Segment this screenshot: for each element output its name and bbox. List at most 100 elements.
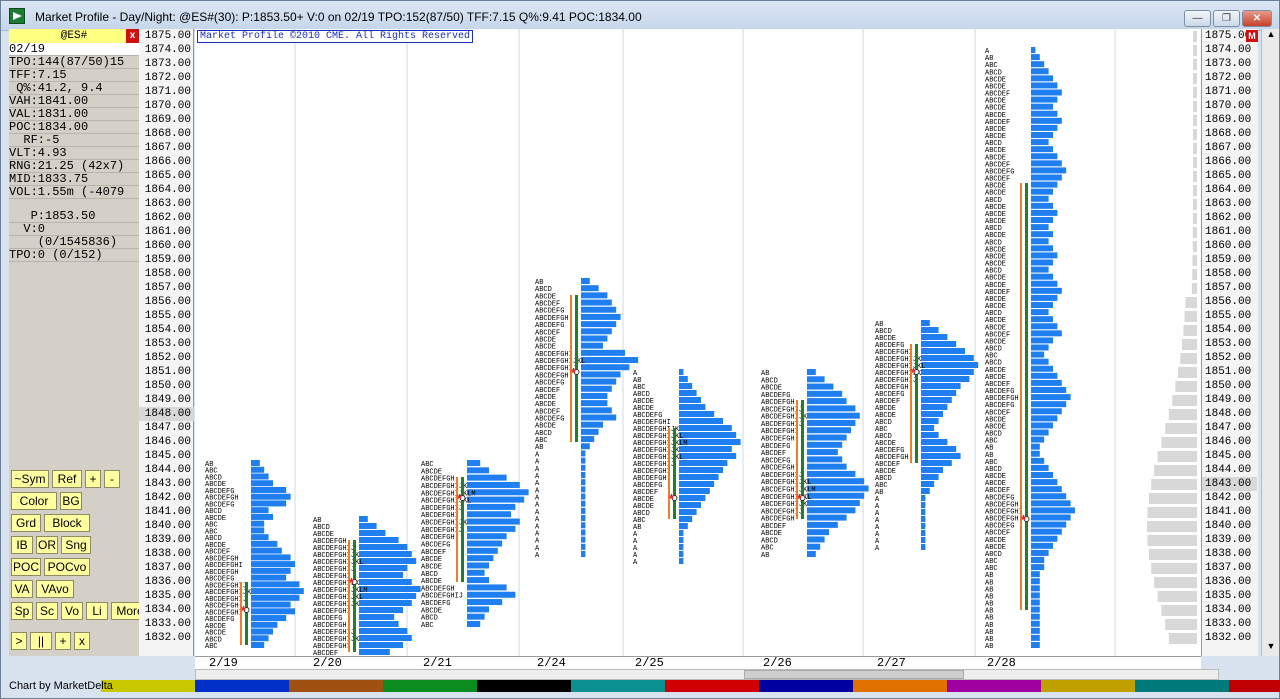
volume-bar	[807, 543, 821, 550]
panel-button-li[interactable]: Li	[86, 602, 108, 620]
panel-button-[interactable]: +	[55, 632, 71, 650]
composite-bar	[1157, 451, 1197, 462]
panel-button-or[interactable]: OR	[36, 536, 58, 554]
volume-bar	[581, 428, 599, 435]
volume-bar	[921, 481, 935, 487]
scroll-down-icon[interactable]: ▼	[1264, 641, 1278, 655]
panel-button-va[interactable]: VA	[11, 580, 33, 598]
app-icon	[9, 8, 25, 24]
close-symbol-icon[interactable]: x	[126, 29, 139, 43]
composite-bar	[1147, 535, 1197, 546]
tpo-letters: A	[875, 545, 880, 553]
price-tick: 1853.00	[144, 338, 191, 350]
volume-bar	[251, 500, 287, 507]
volume-bar	[807, 369, 816, 375]
price-tick: 1862.00	[144, 212, 191, 224]
panel-button-grd[interactable]: Grd	[11, 514, 41, 532]
volume-bar	[359, 572, 403, 578]
volume-bar	[581, 450, 586, 457]
price-tick: 1863.00	[1205, 198, 1252, 210]
market-profile-chart[interactable]: AB ABC ABCD ABCDE ABCDEFG ABCDEFGH ABCDEFG ABCD…	[195, 29, 1201, 658]
color-swatch	[759, 680, 853, 692]
composite-bar	[1192, 87, 1197, 98]
volume-bar	[1031, 372, 1058, 379]
volume-bar	[1031, 429, 1049, 436]
copyright-label[interactable]: Market Profile ©2010 CME. All Rights Res…	[197, 30, 474, 43]
volume-bar	[1031, 280, 1058, 287]
price-tick: 1857.00	[1205, 282, 1252, 294]
panel-button-[interactable]: -	[104, 470, 120, 488]
volume-bar	[807, 463, 847, 470]
price-tick: 1867.00	[1205, 142, 1252, 154]
volume-bar	[1031, 627, 1040, 634]
panel-button-[interactable]: +	[85, 470, 101, 488]
volume-bar	[807, 507, 856, 514]
symbol-box[interactable]: @ES# x	[9, 29, 139, 43]
panel-button-vavo[interactable]: VAvo	[36, 580, 74, 598]
price-tick: 1853.00	[1205, 338, 1252, 350]
volume-bar	[1031, 153, 1058, 160]
vertical-scrollbar[interactable]: ▲ ▼	[1261, 29, 1279, 656]
panel-button-sym[interactable]: ~Sym	[11, 470, 49, 488]
panel-button-color[interactable]: Color	[11, 492, 57, 510]
price-tick: 1848.00	[1205, 408, 1252, 420]
volume-bar	[1031, 124, 1058, 131]
panel-button-sng[interactable]: Sng	[61, 536, 91, 554]
panel-button-[interactable]: >	[11, 632, 27, 650]
panel-button-pocvo[interactable]: POCvo	[44, 558, 90, 576]
panel-button-vo[interactable]: Vo	[61, 602, 83, 620]
price-tick: 1861.00	[144, 226, 191, 238]
panel-button-ib[interactable]: IB	[11, 536, 33, 554]
price-tick: 1844.00	[1205, 464, 1252, 476]
volume-bar	[467, 621, 481, 627]
panel-button-[interactable]: ||	[30, 632, 52, 650]
volume-bar	[467, 518, 520, 525]
composite-bar	[1192, 73, 1197, 84]
volume-bar	[581, 357, 639, 364]
volume-bar	[1031, 323, 1058, 330]
horizontal-scrollbar[interactable]	[195, 669, 1219, 680]
price-tick: 1865.00	[144, 170, 191, 182]
volume-bar	[1031, 209, 1058, 216]
volume-bar	[251, 642, 265, 648]
maximize-button[interactable]: ❐	[1213, 10, 1240, 27]
composite-bar	[1154, 465, 1197, 476]
minimize-button[interactable]: —	[1184, 10, 1211, 27]
panel-button-block[interactable]: Block	[44, 514, 90, 532]
scroll-up-icon[interactable]: ▲	[1264, 29, 1278, 43]
volume-bar	[1031, 47, 1036, 53]
volume-bar	[921, 460, 952, 466]
panel-button-sp[interactable]: Sp	[11, 602, 33, 620]
volume-bar	[1031, 117, 1062, 124]
composite-bar	[1168, 409, 1197, 420]
info-row: VAL:1831.00	[9, 108, 139, 121]
volume-bar	[679, 537, 684, 543]
volume-bar	[807, 492, 865, 499]
volume-bar	[1031, 330, 1062, 337]
volume-bar	[807, 441, 843, 448]
panel-button-sc[interactable]: Sc	[36, 602, 58, 620]
volume-bar	[1031, 167, 1067, 174]
volume-bar	[581, 371, 621, 378]
scroll-thumb[interactable]	[744, 670, 964, 679]
right-m-toggle[interactable]: M	[1246, 30, 1258, 42]
volume-bar	[581, 479, 586, 486]
price-tick: 1846.00	[144, 436, 191, 448]
panel-button-ref[interactable]: Ref	[52, 470, 82, 488]
panel-button-x[interactable]: x	[74, 632, 90, 650]
volume-bar	[807, 412, 860, 419]
price-tick: 1848.00	[139, 407, 194, 421]
volume-bar	[807, 536, 825, 543]
volume-bar	[1031, 422, 1053, 429]
volume-bar	[1031, 188, 1053, 195]
panel-button-bg[interactable]: BG	[60, 492, 82, 510]
volume-bar	[921, 467, 943, 473]
volume-bar	[921, 362, 979, 368]
price-tick: 1843.00	[144, 478, 191, 490]
close-button[interactable]: ✕	[1242, 10, 1272, 27]
price-tick: 1858.00	[1205, 268, 1252, 280]
composite-bar	[1192, 115, 1197, 126]
panel-button-poc[interactable]: POC	[11, 558, 41, 576]
volume-bar	[807, 500, 860, 507]
volume-bar	[921, 495, 926, 501]
